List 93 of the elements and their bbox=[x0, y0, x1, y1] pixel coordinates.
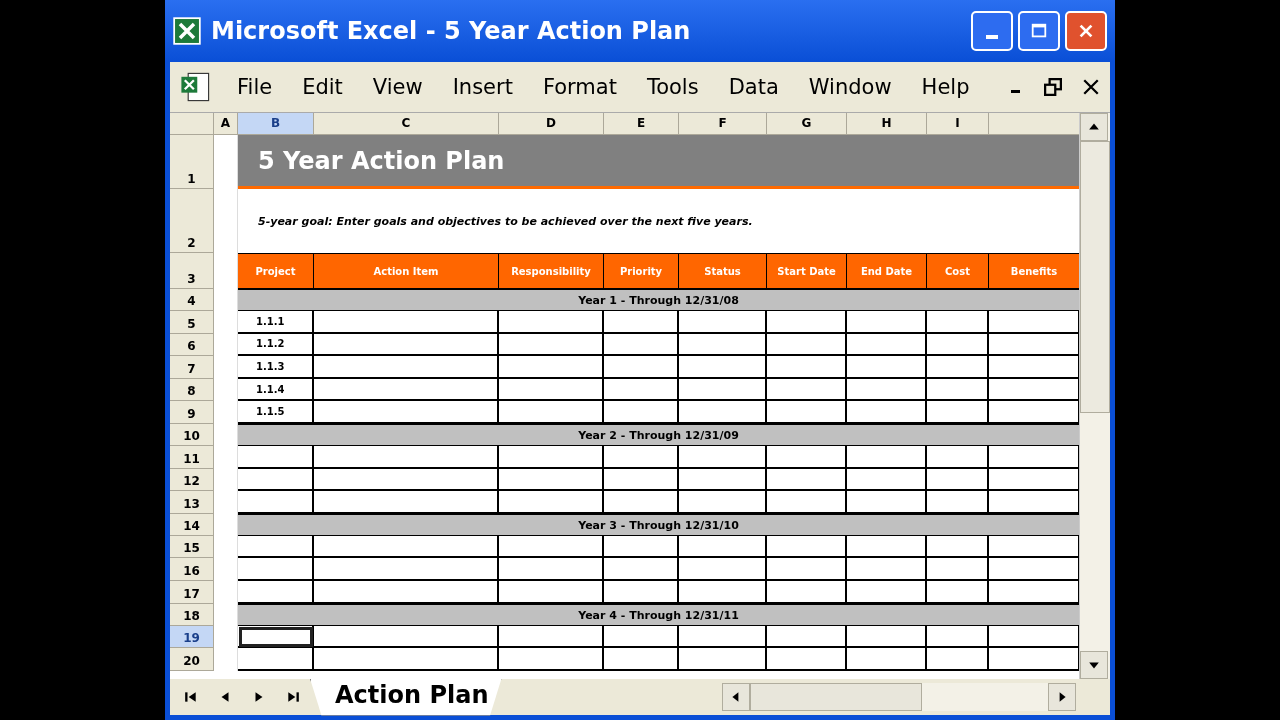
section-row: Year 3 - Through 12/31/10 bbox=[238, 513, 1079, 536]
table-header: Project bbox=[238, 253, 314, 289]
scroll-thumb[interactable] bbox=[1080, 141, 1110, 413]
table-cell: 1.1.1 bbox=[238, 311, 314, 334]
table-cell bbox=[927, 468, 989, 492]
scroll-left-button[interactable] bbox=[721, 683, 750, 711]
table-cell bbox=[927, 625, 989, 649]
column-header[interactable]: B bbox=[238, 113, 314, 135]
table-header: End Date bbox=[847, 253, 927, 289]
row-header[interactable]: 17 bbox=[170, 580, 214, 604]
close-icon bbox=[1077, 22, 1095, 40]
column-header[interactable]: F bbox=[679, 113, 767, 135]
row-header[interactable]: 2 bbox=[170, 189, 214, 253]
close-icon[interactable] bbox=[1082, 78, 1100, 96]
row-header[interactable]: 10 bbox=[170, 423, 214, 446]
table-cell bbox=[927, 401, 989, 424]
table-cell bbox=[927, 311, 989, 334]
row-header[interactable]: 11 bbox=[170, 445, 214, 469]
table-header: Responsibility bbox=[499, 253, 604, 289]
table-cell bbox=[927, 378, 989, 402]
menu-item[interactable]: Format bbox=[527, 75, 632, 99]
close-button[interactable] bbox=[1065, 11, 1107, 51]
menu-item[interactable]: Help bbox=[906, 75, 985, 99]
table-cell bbox=[927, 558, 989, 581]
column-header[interactable]: A bbox=[214, 113, 238, 135]
table-cell bbox=[927, 491, 989, 514]
table-header: Status bbox=[679, 253, 767, 289]
row-header[interactable]: 5 bbox=[170, 311, 214, 334]
maximize-icon bbox=[1030, 22, 1048, 40]
row-header[interactable]: 15 bbox=[170, 535, 214, 559]
table-header: Priority bbox=[604, 253, 679, 289]
row-header[interactable]: 14 bbox=[170, 513, 214, 536]
row-header[interactable]: 18 bbox=[170, 603, 214, 626]
first-sheet-icon[interactable] bbox=[184, 690, 198, 704]
horizontal-scrollbar[interactable] bbox=[721, 683, 1076, 711]
table-header: Cost bbox=[927, 253, 989, 289]
row-header[interactable]: 3 bbox=[170, 253, 214, 289]
menu-item[interactable]: Window bbox=[793, 75, 907, 99]
row-header[interactable]: 20 bbox=[170, 648, 214, 671]
column-header[interactable]: H bbox=[847, 113, 927, 135]
scroll-right-button[interactable] bbox=[1048, 683, 1076, 711]
column-header[interactable]: I bbox=[927, 113, 989, 135]
table-cell bbox=[927, 580, 989, 604]
table-header: Action Item bbox=[314, 253, 499, 289]
table-cell bbox=[927, 535, 989, 559]
column-header[interactable]: D bbox=[499, 113, 604, 135]
spreadsheet-icon bbox=[173, 17, 201, 45]
sheet-title: 5 Year Action Plan bbox=[238, 135, 1079, 189]
table-cell: 1.1.2 bbox=[238, 333, 314, 357]
row-header[interactable]: 6 bbox=[170, 333, 214, 357]
menu-item[interactable]: Insert bbox=[437, 75, 528, 99]
table-cell: 1.1.4 bbox=[238, 378, 314, 402]
column-header[interactable]: G bbox=[767, 113, 847, 135]
row-header[interactable]: 4 bbox=[170, 289, 214, 311]
scroll-up-button[interactable] bbox=[1080, 113, 1108, 141]
menu-item[interactable]: Edit bbox=[287, 75, 358, 99]
row-header[interactable]: 13 bbox=[170, 491, 214, 514]
menu-item[interactable]: Tools bbox=[631, 75, 714, 99]
table-header: Benefits bbox=[989, 253, 1079, 289]
column-header[interactable]: E bbox=[604, 113, 679, 135]
maximize-button[interactable] bbox=[1018, 11, 1060, 51]
row-header[interactable]: 9 bbox=[170, 401, 214, 424]
last-sheet-icon[interactable] bbox=[286, 690, 300, 704]
table-cell: 1.1.5 bbox=[238, 401, 314, 424]
scroll-thumb[interactable] bbox=[749, 683, 922, 711]
menu-item[interactable]: Data bbox=[713, 75, 794, 99]
row-header[interactable]: 7 bbox=[170, 356, 214, 379]
restore-icon[interactable] bbox=[1044, 78, 1062, 96]
row-header[interactable]: 8 bbox=[170, 378, 214, 402]
window-title: Microsoft Excel - 5 Year Action Plan bbox=[211, 17, 692, 45]
vertical-scrollbar[interactable] bbox=[1079, 113, 1110, 679]
table-header: Start Date bbox=[767, 253, 847, 289]
row-header[interactable]: 16 bbox=[170, 558, 214, 581]
minimize-icon bbox=[986, 35, 998, 39]
minimize-button[interactable] bbox=[971, 11, 1013, 51]
section-row: Year 4 - Through 12/31/11 bbox=[238, 603, 1079, 626]
goal-note: 5-year goal: Enter goals and objectives to be achieved over the next five years. bbox=[258, 214, 753, 228]
column-header[interactable]: C bbox=[314, 113, 499, 135]
table-cell bbox=[927, 333, 989, 357]
row-header[interactable]: 19 bbox=[170, 625, 214, 649]
scroll-down-button[interactable] bbox=[1080, 651, 1108, 679]
row-header[interactable]: 12 bbox=[170, 468, 214, 492]
spreadsheet-icon bbox=[178, 70, 212, 104]
section-row: Year 1 - Through 12/31/08 bbox=[238, 289, 1079, 311]
row-header[interactable]: 1 bbox=[170, 135, 214, 189]
menu-item[interactable]: View bbox=[357, 75, 438, 99]
section-row: Year 2 - Through 12/31/09 bbox=[238, 423, 1079, 446]
table-cell: 1.1.3 bbox=[238, 356, 314, 379]
table-cell bbox=[927, 648, 989, 671]
menu-item[interactable]: File bbox=[222, 75, 288, 99]
table-cell bbox=[927, 356, 989, 379]
sheet-tab[interactable]: Action Plan bbox=[310, 678, 502, 716]
table-cell bbox=[927, 445, 989, 469]
